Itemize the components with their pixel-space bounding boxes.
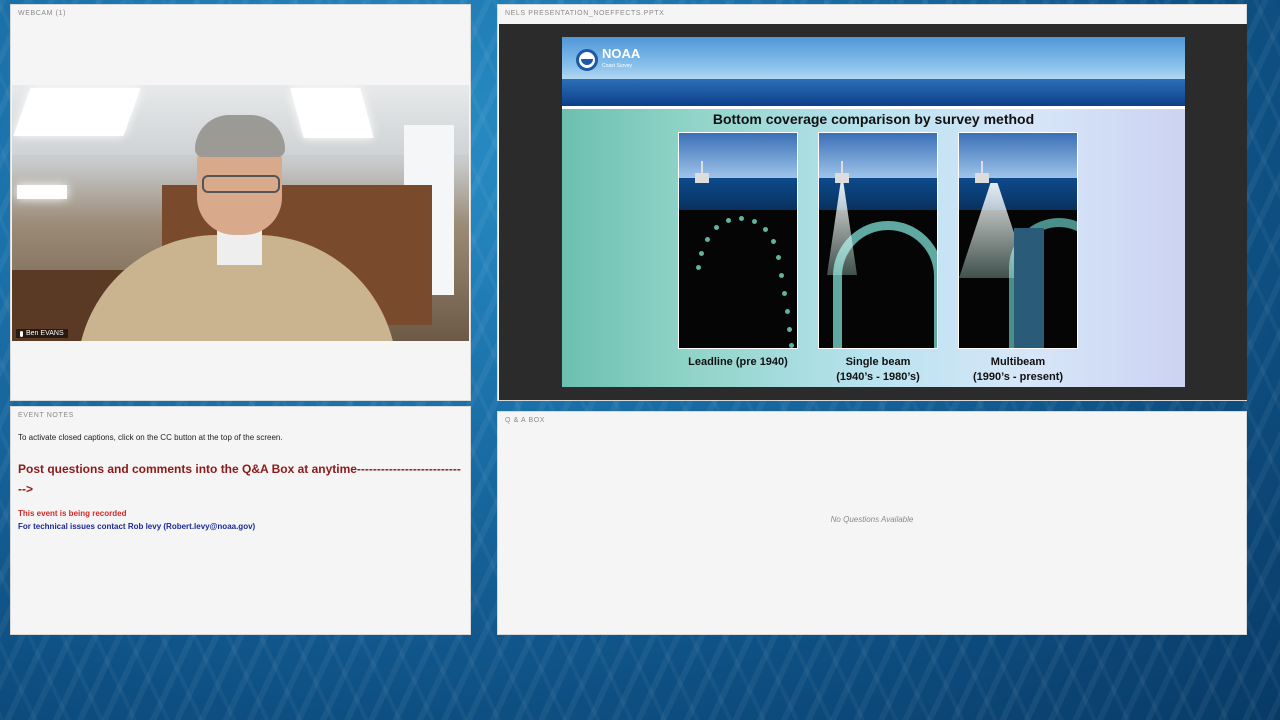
presentation-pod-title: NELS PRESENTATION_NOEFFECTS.PPTX bbox=[505, 10, 665, 17]
closed-captions-note: To activate closed captions, click on th… bbox=[18, 433, 283, 442]
qa-box-pod: Q & A BOX No Questions Available bbox=[497, 411, 1247, 635]
multibeam-caption-line1: Multibeam bbox=[990, 356, 1046, 368]
noaa-emblem-icon bbox=[576, 49, 598, 71]
leadline-panel bbox=[678, 132, 798, 349]
event-notes-body: To activate closed captions, click on th… bbox=[18, 433, 464, 531]
slide-wave-banner bbox=[562, 79, 1185, 109]
multibeam-caption: Multibeam (1990’s - present) bbox=[948, 355, 1088, 385]
qa-empty-message: No Questions Available bbox=[830, 515, 914, 524]
slide-heading: Bottom coverage comparison by survey met… bbox=[712, 111, 1035, 127]
participant-name-tag: Ben EVANS bbox=[16, 329, 68, 338]
ceiling-light bbox=[290, 88, 374, 138]
webcam-pod: WEBCAM (1) Ben EVANS bbox=[10, 4, 471, 401]
single-beam-caption-line1: Single beam bbox=[845, 356, 911, 368]
survey-boat-icon bbox=[695, 173, 709, 183]
recording-notice: This event is being recorded bbox=[18, 509, 127, 518]
presentation-pod: NELS PRESENTATION_NOEFFECTS.PPTX NOAA Co… bbox=[497, 4, 1247, 401]
noaa-logo-subtext: Coast Survey bbox=[602, 63, 633, 69]
leadline-caption: Leadline (pre 1940) bbox=[668, 355, 808, 370]
ceiling-light bbox=[17, 185, 67, 199]
presenter-hair bbox=[195, 115, 285, 157]
seafloor-relief bbox=[1014, 228, 1044, 348]
tech-support-note: For technical issues contact Rob levy (R… bbox=[18, 522, 256, 531]
ceiling-light bbox=[13, 88, 141, 136]
single-beam-caption: Single beam (1940’s - 1980’s) bbox=[808, 355, 948, 385]
webcam-video[interactable]: Ben EVANS bbox=[12, 85, 469, 341]
leadline-caption-line1: Leadline (pre 1940) bbox=[688, 356, 788, 368]
event-notes-title: EVENT NOTES bbox=[18, 412, 74, 419]
presentation-stage: NOAA Coast Survey Bottom coverage compar… bbox=[499, 24, 1247, 400]
qa-box-title: Q & A BOX bbox=[505, 417, 546, 424]
noaa-logo: NOAA Coast Survey bbox=[576, 46, 641, 72]
presentation-slide[interactable]: NOAA Coast Survey Bottom coverage compar… bbox=[562, 37, 1185, 387]
noaa-logo-text: NOAA bbox=[602, 46, 641, 61]
survey-boat-icon bbox=[975, 173, 989, 183]
single-beam-caption-line2: (1940’s - 1980’s) bbox=[836, 371, 920, 383]
multibeam-caption-line2: (1990’s - present) bbox=[972, 371, 1064, 383]
event-notes-pod: EVENT NOTES To activate closed captions,… bbox=[10, 406, 471, 635]
single-beam-panel bbox=[818, 132, 938, 349]
microphone-icon bbox=[20, 330, 23, 337]
post-questions-note: Post questions and comments into the Q&A… bbox=[18, 462, 461, 496]
multibeam-panel bbox=[958, 132, 1078, 349]
survey-boat-icon bbox=[835, 173, 849, 183]
presenter-glasses bbox=[202, 175, 280, 193]
webcam-pod-title: WEBCAM (1) bbox=[18, 10, 66, 17]
participant-name: Ben EVANS bbox=[26, 330, 64, 337]
